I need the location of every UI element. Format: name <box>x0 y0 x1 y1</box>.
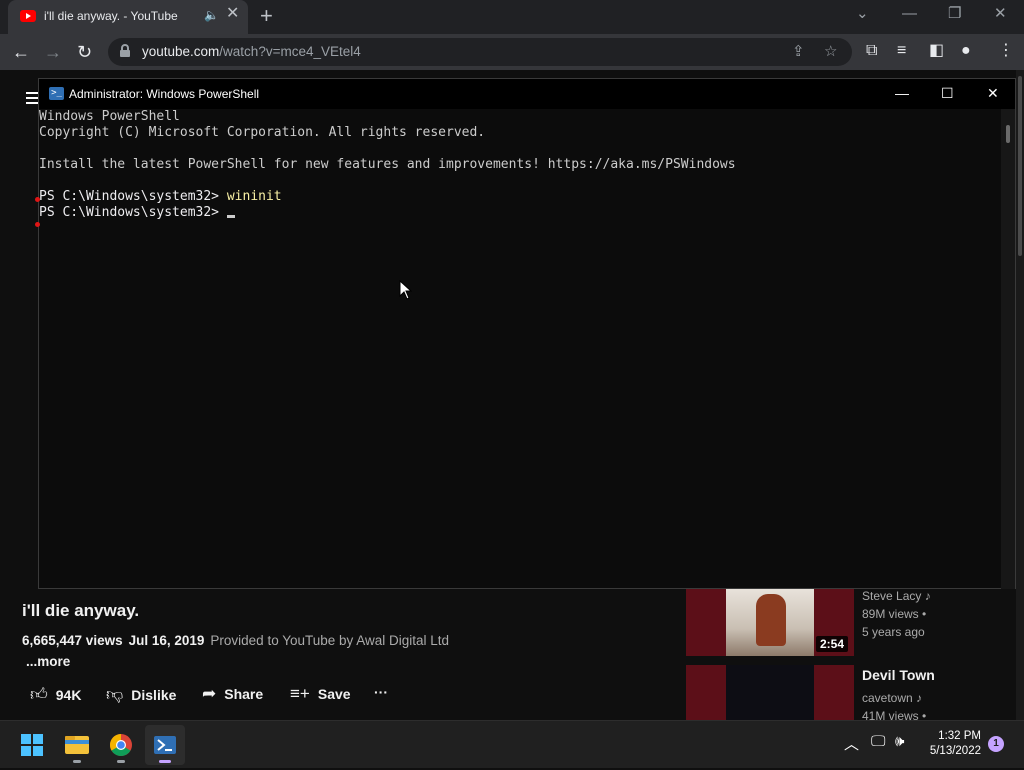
save-button[interactable]: ≡+ Save <box>290 684 351 704</box>
ps-close-button[interactable]: ✕ <box>987 84 999 102</box>
extensions-puzzle-icon[interactable]: ⧉ <box>866 41 877 61</box>
chrome-icon[interactable] <box>101 725 141 765</box>
rec-views: 89M views • <box>862 607 927 621</box>
windows-taskbar: ︿ 🖵︎ 🕪︎ 1:32 PM 5/13/2022 1 <box>0 720 1024 768</box>
forward-arrow-icon[interactable]: → <box>44 40 62 64</box>
powershell-taskbar-icon[interactable] <box>145 725 185 765</box>
clock-time: 1:32 PM <box>938 730 981 742</box>
thumbs-up-icon: 👍︎ <box>30 685 48 704</box>
console-line: Install the latest PowerShell for new fe… <box>39 157 736 172</box>
upload-date: Jul 16, 2019 <box>128 633 205 648</box>
side-panel-icon[interactable]: ◧ <box>929 41 944 61</box>
new-tab-button[interactable]: + <box>260 4 273 28</box>
clock-date: 5/13/2022 <box>929 745 981 757</box>
volume-icon[interactable]: 🕪︎ <box>895 733 904 750</box>
network-icon[interactable]: 🖵︎ <box>871 733 885 750</box>
url-text[interactable]: youtube.com/watch?v=mce4_VEtel4 <box>142 44 361 59</box>
recommendation-thumbnail[interactable]: 2:54 <box>686 588 854 656</box>
video-title: i'll die anyway. <box>22 601 140 620</box>
browser-restore-button[interactable]: ❐ <box>948 4 961 24</box>
playlist-add-icon: ≡+ <box>290 684 310 703</box>
rec-channel[interactable]: Steve Lacy ♪ <box>862 589 931 603</box>
clock[interactable]: 1:32 PM 5/13/2022 <box>921 729 981 759</box>
text-caret <box>226 215 235 218</box>
dislike-button[interactable]: 👎︎ Dislike <box>106 684 176 704</box>
notification-badge[interactable]: 1 <box>988 736 1004 752</box>
speaker-icon[interactable]: 🔈 <box>204 8 219 22</box>
tab-youtube[interactable]: i'll die anyway. - YouTube 🔈 ✕ <box>8 0 248 34</box>
console-prompt-line[interactable]: PS C:\Windows\system32> <box>39 205 736 221</box>
prompt: PS C:\Windows\system32> <box>39 189 227 204</box>
recommendation-thumbnail[interactable] <box>686 665 854 720</box>
file-explorer-icon[interactable] <box>57 725 97 765</box>
music-note-icon: ♪ <box>924 589 931 603</box>
powershell-icon[interactable]: >_ <box>49 87 64 100</box>
like-button[interactable]: 👍︎ 94K <box>30 684 81 704</box>
rec-channel[interactable]: cavetown ♪ <box>862 691 922 705</box>
marker-dot <box>35 222 40 227</box>
lock-icon[interactable] <box>120 44 130 57</box>
music-note-icon: ♪ <box>916 691 923 705</box>
page-scrollbar-thumb[interactable] <box>1018 76 1022 256</box>
browser-menu-icon[interactable]: ⋮ <box>998 41 1014 61</box>
video-stats: 6,665,447 views Jul 16, 2019 Provided to Y… <box>22 633 449 648</box>
prompt: PS C:\Windows\system32> <box>39 205 227 220</box>
ps-maximize-button[interactable]: ☐ <box>941 84 954 102</box>
media-control-icon[interactable]: ≡ <box>897 41 906 61</box>
tab-close-icon[interactable]: ✕ <box>226 6 239 22</box>
share-button[interactable]: ➦ Share <box>202 684 263 704</box>
back-arrow-icon[interactable]: ← <box>12 40 30 64</box>
ps-minimize-button[interactable]: — <box>895 84 909 102</box>
tab-title: i'll die anyway. - YouTube <box>44 9 178 23</box>
powershell-window[interactable]: >_ Administrator: Windows PowerShell — ☐… <box>38 78 1016 589</box>
page-scrollbar[interactable] <box>1016 70 1024 720</box>
description-more-link[interactable]: ...more <box>26 654 70 669</box>
provided-by-text: Provided to YouTube by Awal Digital Ltd <box>210 633 450 648</box>
thumbs-down-icon: 👎︎ <box>106 685 124 704</box>
show-hidden-icons-chevron-icon[interactable]: ︿ <box>844 733 859 754</box>
more-actions-icon[interactable]: ··· <box>374 684 388 704</box>
console-line: Copyright (C) Microsoft Corporation. All… <box>39 125 486 140</box>
powershell-title-bar[interactable]: >_ Administrator: Windows PowerShell — ☐… <box>39 79 1015 109</box>
rec-age: 5 years ago <box>862 625 925 639</box>
marker-dot <box>35 197 40 202</box>
bookmark-star-icon[interactable]: ☆ <box>824 42 837 60</box>
rec-title[interactable]: Devil Town <box>862 667 935 683</box>
command-text: wininit <box>226 189 282 204</box>
console-scrollbar[interactable] <box>1001 109 1015 589</box>
profile-avatar-icon[interactable]: ● <box>961 41 971 61</box>
browser-tab-bar: i'll die anyway. - YouTube 🔈 ✕ + ⌄ — ❐ ✕ <box>0 0 1024 34</box>
mouse-pointer-icon <box>399 279 413 300</box>
youtube-favicon-icon <box>20 10 36 22</box>
address-bar[interactable]: youtube.com/watch?v=mce4_VEtel4 ⇪ ☆ <box>108 38 852 66</box>
browser-toolbar: ← → ↻ youtube.com/watch?v=mce4_VEtel4 ⇪ … <box>0 34 1024 70</box>
start-icon[interactable] <box>12 725 52 765</box>
console-line: Windows PowerShell <box>39 109 180 124</box>
console-prompt-line: PS C:\Windows\system32> wininit <box>39 189 736 205</box>
tab-search-chevron-icon[interactable]: ⌄ <box>856 4 869 24</box>
window-title: Administrator: Windows PowerShell <box>69 87 260 101</box>
browser-close-button[interactable]: ✕ <box>994 4 1007 24</box>
share-arrow-icon: ➦ <box>202 684 217 703</box>
view-count: 6,665,447 views <box>22 633 123 648</box>
share-page-icon[interactable]: ⇪ <box>792 42 805 60</box>
video-duration-badge: 2:54 <box>815 636 848 652</box>
console-output[interactable]: Windows PowerShell Copyright (C) Microsof… <box>39 109 1001 589</box>
reload-icon[interactable]: ↻ <box>77 40 92 64</box>
browser-minimize-button[interactable]: — <box>902 4 917 24</box>
console-scrollbar-thumb[interactable] <box>1006 125 1010 143</box>
